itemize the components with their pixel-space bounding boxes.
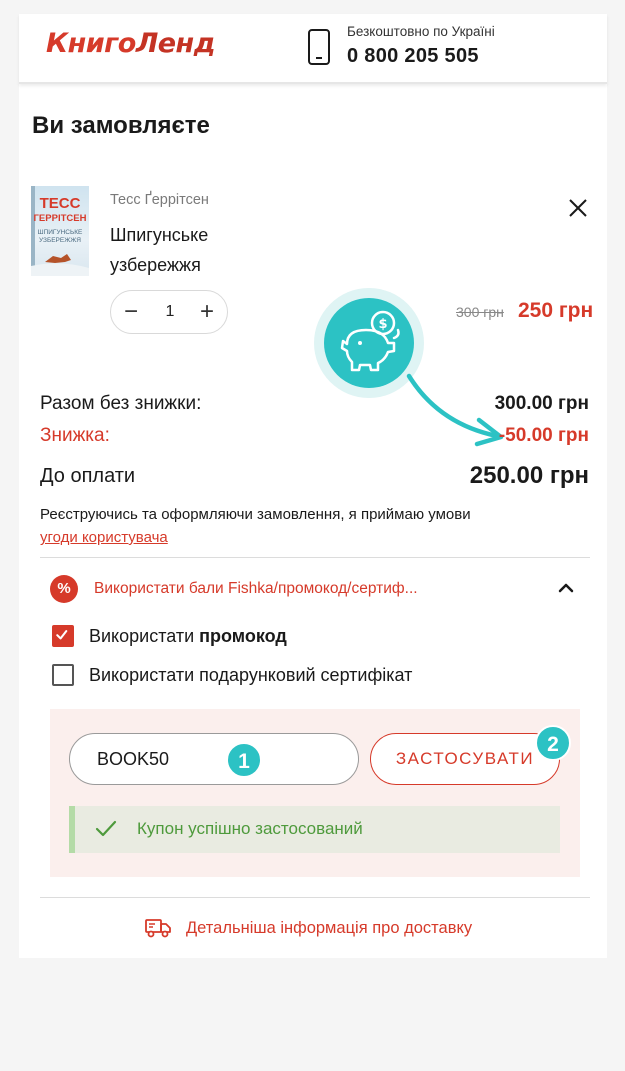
logo-part2: Ленд <box>135 28 216 59</box>
promocode-label-prefix: Використати <box>89 626 200 646</box>
terms-text: Реєструючись та оформляючи замовлення, я… <box>40 503 590 549</box>
promocode-checkbox[interactable] <box>52 625 74 647</box>
divider <box>40 557 590 558</box>
logo[interactable]: КнигоЛенд <box>46 28 216 59</box>
certificate-option-label: Використати подарунковий сертифікат <box>89 665 413 685</box>
book-cover-image[interactable]: ТЕСС ГЕРРІТСЕН ШПИГУНСЬКЕ УЗБЕРЕЖЖЯ <box>31 186 89 276</box>
percent-icon: % <box>50 575 78 603</box>
svg-text:ГЕРРІТСЕН: ГЕРРІТСЕН <box>34 213 87 224</box>
svg-text:$: $ <box>378 317 387 332</box>
success-message: Купон успішно застосований <box>69 806 560 853</box>
current-price: 250 грн <box>518 299 594 322</box>
discount-value: -50.00 грн <box>498 425 589 446</box>
phone-number[interactable]: 0 800 205 505 <box>347 45 479 68</box>
checkout-card: КнигоЛенд Безкоштовно по Україні 0 800 2… <box>19 14 607 958</box>
quantity-value: 1 <box>165 303 175 320</box>
certificate-checkbox[interactable] <box>52 664 74 686</box>
checkmark-icon <box>95 820 117 837</box>
promocode-option-label: Використати промокод <box>89 626 287 647</box>
total-value: 250.00 грн <box>469 462 589 489</box>
use-certificate-option[interactable]: Використати подарунковий сертифікат <box>52 664 472 688</box>
quantity-decrease-button[interactable]: − <box>117 298 145 326</box>
svg-text:УЗБЕРЕЖЖЯ: УЗБЕРЕЖЖЯ <box>39 237 81 244</box>
truck-icon <box>145 919 171 938</box>
discount-label: Знижка: <box>40 425 110 446</box>
step-badge-2: 2 <box>535 725 571 761</box>
free-call-label: Безкоштовно по Україні <box>347 24 495 39</box>
book-title[interactable]: Шпигунське узбережжя <box>110 220 270 280</box>
apply-promo-button[interactable]: ЗАСТОСУВАТИ <box>370 733 560 785</box>
checkmark-icon <box>56 630 68 640</box>
subtotal-value: 300.00 грн <box>494 393 589 414</box>
promo-accordion-toggle[interactable]: % Використати бали Fishka/промокод/серти… <box>40 570 590 610</box>
close-icon[interactable] <box>567 197 589 219</box>
promo-code-input[interactable] <box>69 733 359 785</box>
quantity-stepper: − 1 + <box>110 290 228 334</box>
divider <box>40 897 590 898</box>
svg-text:ШПИГУНСЬКЕ: ШПИГУНСЬКЕ <box>38 229 83 236</box>
delivery-info-link[interactable]: Детальніша інформація про доставку <box>144 915 504 945</box>
header: КнигоЛенд Безкоштовно по Україні 0 800 2… <box>19 14 607 84</box>
success-text: Купон успішно застосований <box>137 819 363 838</box>
delivery-info-label: Детальніша інформація про доставку <box>186 919 473 937</box>
logo-part1: Книго <box>46 28 136 59</box>
promo-code-panel: 1 ЗАСТОСУВАТИ 2 Купон успішно застосован… <box>50 709 580 877</box>
promo-accordion-label: Використати бали Fishka/промокод/сертиф.… <box>94 580 418 597</box>
use-promocode-option[interactable]: Використати промокод <box>52 625 352 649</box>
subtotal-label: Разом без знижки: <box>40 393 202 414</box>
user-agreement-link[interactable]: угоди користувача <box>40 529 168 546</box>
phone-icon <box>308 29 330 65</box>
chevron-up-icon[interactable] <box>556 578 576 598</box>
promocode-label-bold: промокод <box>199 626 287 646</box>
svg-text:ТЕСС: ТЕСС <box>40 195 81 212</box>
quantity-increase-button[interactable]: + <box>193 298 221 326</box>
old-price: 300 грн <box>456 304 504 320</box>
terms-sentence: Реєструючись та оформляючи замовлення, я… <box>40 506 471 523</box>
step-badge-1: 1 <box>226 742 262 778</box>
page-title: Ви замовляєте <box>32 112 210 139</box>
book-author[interactable]: Тесс Ґеррітсен <box>110 192 209 208</box>
total-label: До оплати <box>40 465 136 487</box>
